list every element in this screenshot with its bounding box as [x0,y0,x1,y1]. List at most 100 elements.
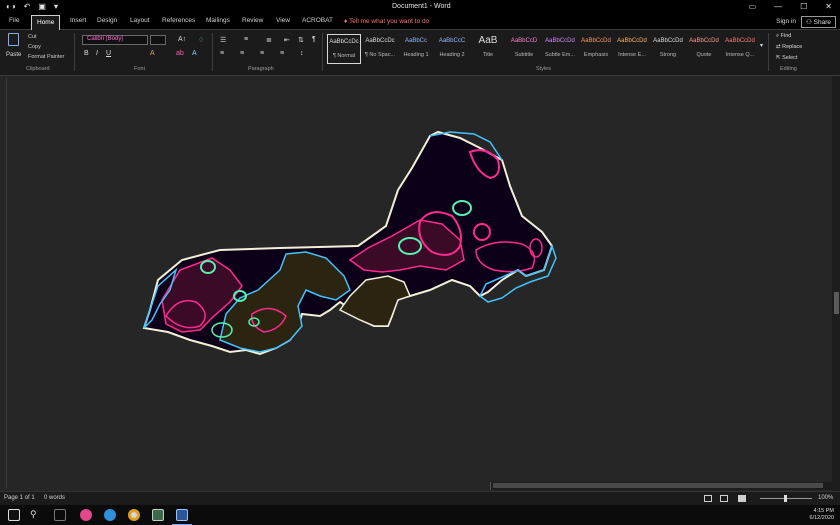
status-bar: Page 1 of 1 0 words 100% [0,491,840,505]
multilevel-list-icon[interactable]: ≣ [266,36,272,44]
firefox-icon[interactable] [80,509,92,521]
search-icon[interactable]: ⚲ [30,509,42,521]
styles-more-icon[interactable]: ▾ [760,42,763,49]
edge-icon[interactable] [104,509,116,521]
clear-formatting-icon[interactable]: ♢ [198,36,204,44]
find-button[interactable]: ⌕ Find [776,33,791,40]
style-subtitle[interactable]: AaBbCcD Subtitle [507,34,541,64]
paste-icon[interactable] [8,33,19,46]
style-normal[interactable]: AaBbCcDc ¶ Normal [327,34,361,64]
ribbon-divider [74,33,75,71]
page-count[interactable]: Page 1 of 1 [4,495,35,501]
decrease-indent-icon[interactable]: ⇤ [284,36,290,44]
sort-icon[interactable]: ⇅ [298,36,304,44]
close-icon[interactable]: ✕ [825,2,832,11]
cut-button[interactable]: Cut [28,34,37,40]
style-no-spacing[interactable]: AaBbCcDc ¶ No Spac... [363,34,397,64]
chrome-icon[interactable] [128,509,140,521]
tab-file[interactable]: File [9,17,19,24]
tab-acrobat[interactable]: ACROBAT [302,17,333,24]
vertical-scrollbar[interactable] [832,76,840,491]
zoom-slider-knob[interactable] [784,495,787,502]
select-button[interactable]: ⇱ Select [776,55,797,61]
copy-button[interactable]: Copy [28,44,41,50]
autosave-icon[interactable]: ◐◑ [6,2,16,11]
replace-button[interactable]: ⇄ Replace [776,44,802,50]
style-emphasis[interactable]: AaBbCcDd Emphasis [579,34,613,64]
minimize-icon[interactable]: — [774,2,782,11]
tab-mailings[interactable]: Mailings [206,17,230,24]
style-heading-2[interactable]: AaBbCcC Heading 2 [435,34,469,64]
tab-references[interactable]: References [162,17,195,24]
tab-home[interactable]: Home [31,15,61,31]
style-intense-emphasis[interactable]: AaBbCcDd Intense E... [615,34,649,64]
print-layout-icon[interactable] [738,495,746,502]
undo-icon[interactable]: ↶ [24,2,31,11]
numbering-icon[interactable]: ≡ [244,36,248,43]
document-area[interactable] [0,76,840,491]
highlight-icon[interactable]: ab [176,50,184,57]
read-mode-icon[interactable] [720,495,728,502]
font-color-icon[interactable]: A [192,50,197,57]
ribbon-home: Paste Cut Copy Format Painter Clipboard … [0,30,840,76]
ribbon-divider [212,33,213,71]
tab-layout[interactable]: Layout [130,17,150,24]
font-name-dropdown[interactable]: Calibri (Body) [82,35,148,45]
tab-design[interactable]: Design [97,17,117,24]
align-right-icon[interactable]: ≡ [260,50,264,57]
justify-icon[interactable]: ≡ [280,50,284,57]
ribbon-display-icon[interactable]: ▭ [749,2,757,11]
style-quote[interactable]: AaBbCcDd Quote [687,34,721,64]
underline-icon[interactable]: U [106,50,111,57]
tab-view[interactable]: View [276,17,290,24]
vertical-scroll-thumb[interactable] [834,292,839,314]
system-clock[interactable]: 4:15 PM 6/12/2020 [810,508,834,522]
bold-icon[interactable]: B [84,50,89,57]
style-title[interactable]: AaB Title [471,34,505,64]
center-icon[interactable]: ≡ [240,50,244,57]
tell-me-search[interactable]: ♦ Tell me what you want to do [344,18,429,25]
clipboard-group-label: Clipboard [26,66,50,72]
title-bar: ◐◑ ↶ ▣ ▾ Document1 - Word ▭ — ☐ ✕ [0,0,840,15]
clock-time: 4:15 PM [813,508,834,514]
line-spacing-icon[interactable]: ↕ [300,50,304,57]
paste-button[interactable]: Paste [6,52,21,58]
vertical-ruler [2,78,7,488]
taskbar: ⚲ 4:15 PM 6/12/2020 [0,505,840,525]
clock-date: 6/12/2020 [809,515,834,521]
word-icon[interactable] [176,509,188,521]
redo-icon[interactable]: ▣ [38,2,46,11]
ribbon-tabs: File Home Insert Design Layout Reference… [0,15,840,31]
style-subtle-emphasis[interactable]: AaBbCcDd Subtle Em... [543,34,577,64]
contour-map-image[interactable] [130,120,570,370]
maximize-icon[interactable]: ☐ [800,2,807,11]
start-icon[interactable] [8,509,20,521]
format-painter-button[interactable]: Format Painter [28,54,64,60]
italic-icon[interactable]: I [96,50,98,57]
font-size-dropdown[interactable] [150,35,166,45]
text-effects-icon[interactable]: A [150,50,155,57]
horizontal-scroll-thumb[interactable] [493,483,823,488]
align-left-icon[interactable]: ≡ [220,50,224,57]
horizontal-scrollbar[interactable] [490,482,832,490]
style-strong[interactable]: AaBbCcDd Strong [651,34,685,64]
task-view-icon[interactable] [54,509,66,521]
tab-insert[interactable]: Insert [70,17,86,24]
editing-group-label: Editing [780,66,797,72]
sign-in-link[interactable]: Sign in [776,18,796,25]
style-intense-quote[interactable]: AaBbCcDd Intense Q... [723,34,757,64]
zoom-level[interactable]: 100% [818,495,833,501]
word-count[interactable]: 0 words [44,495,65,501]
style-heading-1[interactable]: AaBbCc Heading 1 [399,34,433,64]
focus-mode-icon[interactable] [704,495,712,502]
font-group-label: Font [134,66,146,72]
tab-review[interactable]: Review [242,17,263,24]
grow-font-icon[interactable]: A↑ [178,36,186,43]
photos-icon[interactable] [152,509,164,521]
quick-access-toolbar: ◐◑ ↶ ▣ ▾ [6,2,58,11]
customize-icon[interactable]: ▾ [54,2,58,11]
share-button[interactable]: ⚇ Share [801,16,836,28]
bullets-icon[interactable]: ☰ [220,36,226,44]
show-marks-icon[interactable]: ¶ [312,36,316,43]
document-title: Document1 - Word [392,3,451,10]
